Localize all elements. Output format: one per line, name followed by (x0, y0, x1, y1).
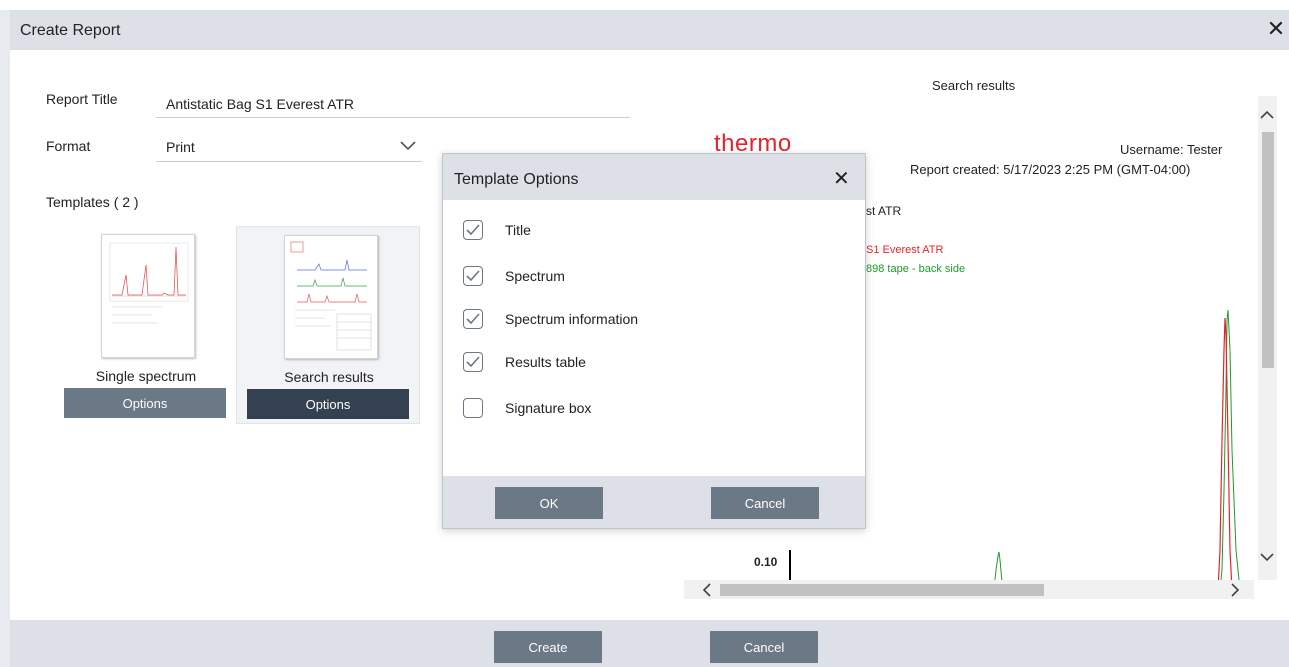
preview-vertical-scroll-thumb[interactable] (1262, 132, 1274, 368)
preview-title-fragment: st ATR (866, 204, 902, 218)
checkbox-checked[interactable] (463, 220, 483, 240)
templates-label: Templates ( 2 ) (46, 194, 139, 210)
option-label: Spectrum information (505, 311, 639, 327)
format-value: Print (166, 139, 195, 155)
checkbox-checked[interactable] (463, 266, 483, 286)
option-label: Spectrum (505, 268, 565, 284)
preview-report-created: Report created: 5/17/2023 2:25 PM (GMT-0… (910, 162, 1191, 177)
template-thumbnail-single (101, 234, 195, 358)
scroll-right-icon[interactable] (1230, 583, 1240, 601)
template-label: Single spectrum (95, 368, 197, 384)
format-label: Format (46, 138, 91, 154)
preview-legend-red: S1 Everest ATR (866, 244, 944, 256)
scroll-up-icon[interactable] (1260, 108, 1274, 124)
chevron-down-icon (400, 138, 416, 154)
template-thumbnail-search (284, 235, 378, 359)
option-label: Title (505, 222, 531, 238)
preview-heading: Search results (932, 78, 1016, 93)
option-label: Signature box (505, 400, 592, 416)
report-title-label: Report Title (46, 91, 118, 107)
cancel-button[interactable]: Cancel (711, 487, 819, 519)
template-options-button[interactable]: Options (64, 388, 226, 418)
close-icon[interactable]: ✕ (1265, 18, 1287, 40)
y-axis-tick: 0.10 (754, 555, 778, 569)
checkbox-checked[interactable] (463, 309, 483, 329)
scroll-down-icon[interactable] (1260, 550, 1274, 566)
preview-horizontal-scroll-thumb[interactable] (720, 584, 1044, 596)
dialog-footer: Create Cancel (10, 620, 1289, 667)
preview-username: Username: Tester (1120, 142, 1223, 157)
template-label: Search results (284, 369, 374, 385)
dialog-title: Create Report (20, 22, 121, 39)
dialog-header: Create Report ✕ (10, 10, 1289, 50)
close-icon[interactable]: ✕ (833, 166, 850, 191)
option-label: Results table (505, 354, 586, 370)
template-search-results[interactable]: Search results Options (236, 226, 420, 424)
ok-button[interactable]: OK (495, 487, 603, 519)
cancel-button[interactable]: Cancel (710, 631, 818, 663)
report-title-input[interactable] (156, 90, 630, 118)
format-select[interactable]: Print (156, 134, 422, 162)
template-single-spectrum[interactable]: Single spectrum Options (54, 226, 238, 424)
create-button[interactable]: Create (494, 631, 602, 663)
template-options-header: Template Options ✕ (443, 154, 865, 200)
template-options-footer: OK Cancel (443, 476, 865, 528)
template-options-title: Template Options (454, 171, 579, 188)
template-options-button[interactable]: Options (247, 389, 409, 419)
preview-legend-green: 898 tape - back side (866, 263, 966, 275)
scroll-left-icon[interactable] (702, 583, 712, 601)
template-options-dialog: Template Options ✕ Title Spectrum Spectr… (442, 153, 866, 529)
checkbox-checked[interactable] (463, 352, 483, 372)
background-top (0, 0, 1289, 10)
checkbox-unchecked[interactable] (463, 398, 483, 418)
